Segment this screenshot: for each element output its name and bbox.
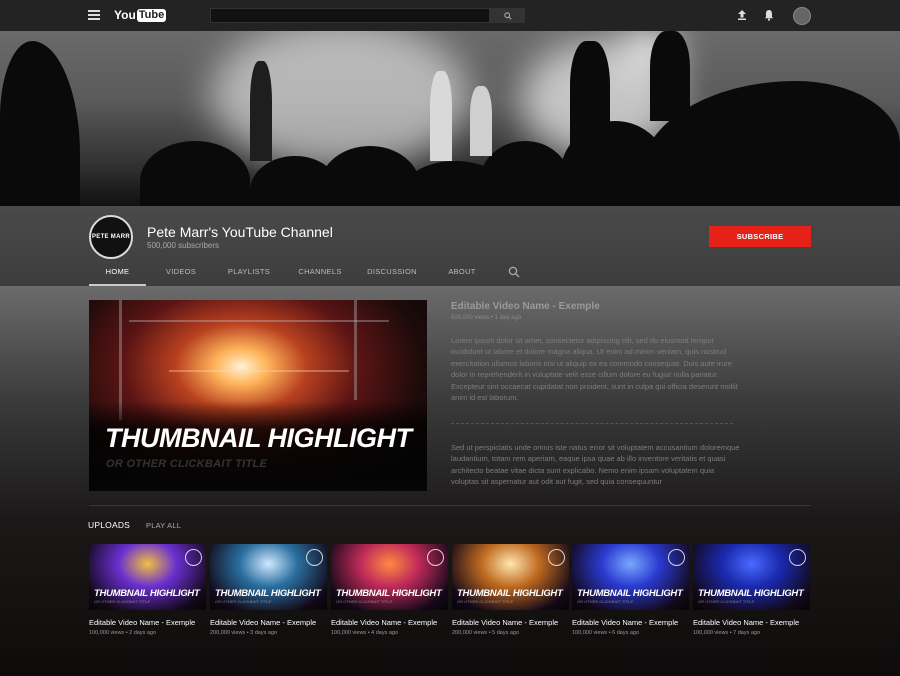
video-title[interactable]: Editable Video Name - Exemple xyxy=(210,618,327,627)
tab-discussion[interactable]: DISCUSSION xyxy=(356,264,428,286)
video-meta: 100,000 views • 4 days ago xyxy=(331,630,399,636)
video-thumbnail[interactable]: THUMBNAIL HIGHLIGHT OR OTHER CLICKBAIT T… xyxy=(210,544,327,610)
featured-video-meta: 500,000 views • 1 day ago xyxy=(451,315,522,321)
thumbnail-title: THUMBNAIL HIGHLIGHT xyxy=(457,588,563,599)
video-title[interactable]: Editable Video Name - Exemple xyxy=(693,618,810,627)
tab-about[interactable]: ABOUT xyxy=(428,264,496,286)
channel-logo-icon xyxy=(668,549,685,566)
featured-video-description-more: Sed ut perspiciatis unde omnis iste natu… xyxy=(451,443,740,487)
video-meta: 100,000 views • 7 days ago xyxy=(693,630,761,636)
video-thumbnail[interactable]: THUMBNAIL HIGHLIGHT OR OTHER CLICKBAIT T… xyxy=(572,544,689,610)
video-meta: 200,000 views • 3 days ago xyxy=(210,630,278,636)
search-icon xyxy=(503,11,512,20)
video-card[interactable]: THUMBNAIL HIGHLIGHT OR OTHER CLICKBAIT T… xyxy=(452,544,569,636)
thumbnail-subtitle: OR OTHER CLICKBAIT TITLE xyxy=(577,599,633,604)
youtube-logo[interactable]: You Tube xyxy=(114,8,167,22)
top-bar: You Tube xyxy=(0,0,900,31)
channel-logo-icon xyxy=(427,549,444,566)
channel-avatar[interactable]: PETE MARR xyxy=(89,215,133,259)
video-meta: 200,000 views • 5 days ago xyxy=(452,630,520,636)
thumbnail-title: THUMBNAIL HIGHLIGHT xyxy=(336,588,442,599)
featured-thumbnail-title: THUMBNAIL HIGHLIGHT xyxy=(105,423,412,453)
video-title[interactable]: Editable Video Name - Exemple xyxy=(331,618,448,627)
video-card[interactable]: THUMBNAIL HIGHLIGHT OR OTHER CLICKBAIT T… xyxy=(693,544,810,636)
account-avatar[interactable] xyxy=(793,7,811,25)
video-card[interactable]: THUMBNAIL HIGHLIGHT OR OTHER CLICKBAIT T… xyxy=(210,544,327,636)
tab-playlists[interactable]: PLAYLISTS xyxy=(216,264,282,286)
video-thumbnail[interactable]: THUMBNAIL HIGHLIGHT OR OTHER CLICKBAIT T… xyxy=(89,544,206,610)
channel-logo-icon xyxy=(185,549,202,566)
channel-name: Pete Marr's YouTube Channel xyxy=(147,224,333,240)
thumbnail-title: THUMBNAIL HIGHLIGHT xyxy=(94,588,200,599)
channel-logo-icon xyxy=(306,549,323,566)
search-button[interactable] xyxy=(490,8,525,23)
notification-bell-icon[interactable] xyxy=(763,9,775,21)
channel-logo-icon xyxy=(789,549,806,566)
video-thumbnail[interactable]: THUMBNAIL HIGHLIGHT OR OTHER CLICKBAIT T… xyxy=(693,544,810,610)
video-card[interactable]: THUMBNAIL HIGHLIGHT OR OTHER CLICKBAIT T… xyxy=(572,544,689,636)
thumbnail-title: THUMBNAIL HIGHLIGHT xyxy=(577,588,683,599)
logo-tube: Tube xyxy=(136,8,167,22)
video-title[interactable]: Editable Video Name - Exemple xyxy=(572,618,689,627)
thumbnail-title: THUMBNAIL HIGHLIGHT xyxy=(215,588,321,599)
play-all-link[interactable]: PLAY ALL xyxy=(146,521,181,530)
uploads-heading[interactable]: UPLOADS xyxy=(88,520,130,530)
thumbnail-subtitle: OR OTHER CLICKBAIT TITLE xyxy=(215,599,271,604)
tab-home[interactable]: HOME xyxy=(89,264,146,286)
video-meta: 100,000 views • 2 days ago xyxy=(89,630,157,636)
channel-search-icon[interactable] xyxy=(508,266,520,278)
featured-video-thumbnail[interactable]: THUMBNAIL HIGHLIGHT OR OTHER CLICKBAIT T… xyxy=(89,300,427,491)
video-thumbnail[interactable]: THUMBNAIL HIGHLIGHT OR OTHER CLICKBAIT T… xyxy=(331,544,448,610)
channel-tabs: HOME VIDEOS PLAYLISTS CHANNELS DISCUSSIO… xyxy=(89,264,496,286)
video-card[interactable]: THUMBNAIL HIGHLIGHT OR OTHER CLICKBAIT T… xyxy=(331,544,448,636)
video-card[interactable]: THUMBNAIL HIGHLIGHT OR OTHER CLICKBAIT T… xyxy=(89,544,206,636)
channel-banner xyxy=(0,31,900,206)
thumbnail-subtitle: OR OTHER CLICKBAIT TITLE xyxy=(94,599,150,604)
channel-home-content: THUMBNAIL HIGHLIGHT OR OTHER CLICKBAIT T… xyxy=(0,286,900,676)
thumbnail-subtitle: OR OTHER CLICKBAIT TITLE xyxy=(457,599,513,604)
featured-video-title[interactable]: Editable Video Name - Exemple xyxy=(451,301,600,312)
search-input[interactable] xyxy=(210,8,490,23)
thumbnail-subtitle: OR OTHER CLICKBAIT TITLE xyxy=(336,599,392,604)
tab-channels[interactable]: CHANNELS xyxy=(284,264,356,286)
thumbnail-title: THUMBNAIL HIGHLIGHT xyxy=(698,588,804,599)
tab-videos[interactable]: VIDEOS xyxy=(148,264,214,286)
channel-avatar-text: PETE MARR xyxy=(91,234,131,240)
thumbnail-subtitle: OR OTHER CLICKBAIT TITLE xyxy=(698,599,754,604)
upload-icon[interactable] xyxy=(736,9,748,21)
featured-video-description: Lorem ipsum dolor sit amet, consectetur … xyxy=(451,336,738,403)
video-title[interactable]: Editable Video Name - Exemple xyxy=(89,618,206,627)
logo-text: You xyxy=(114,8,136,22)
channel-logo-icon xyxy=(548,549,565,566)
featured-thumbnail-subtitle: OR OTHER CLICKBAIT TITLE xyxy=(106,458,268,470)
video-thumbnail[interactable]: THUMBNAIL HIGHLIGHT OR OTHER CLICKBAIT T… xyxy=(452,544,569,610)
section-divider xyxy=(89,505,811,506)
uploads-grid: THUMBNAIL HIGHLIGHT OR OTHER CLICKBAIT T… xyxy=(89,544,811,644)
subscriber-count: 500,000 subscribers xyxy=(147,241,220,250)
description-divider xyxy=(451,423,733,424)
video-title[interactable]: Editable Video Name - Exemple xyxy=(452,618,569,627)
subscribe-button[interactable]: SUBSCRIBE xyxy=(709,226,811,247)
menu-icon[interactable] xyxy=(88,10,100,20)
channel-header: PETE MARR Pete Marr's YouTube Channel 50… xyxy=(0,206,900,286)
video-meta: 100,000 views • 6 days ago xyxy=(572,630,640,636)
